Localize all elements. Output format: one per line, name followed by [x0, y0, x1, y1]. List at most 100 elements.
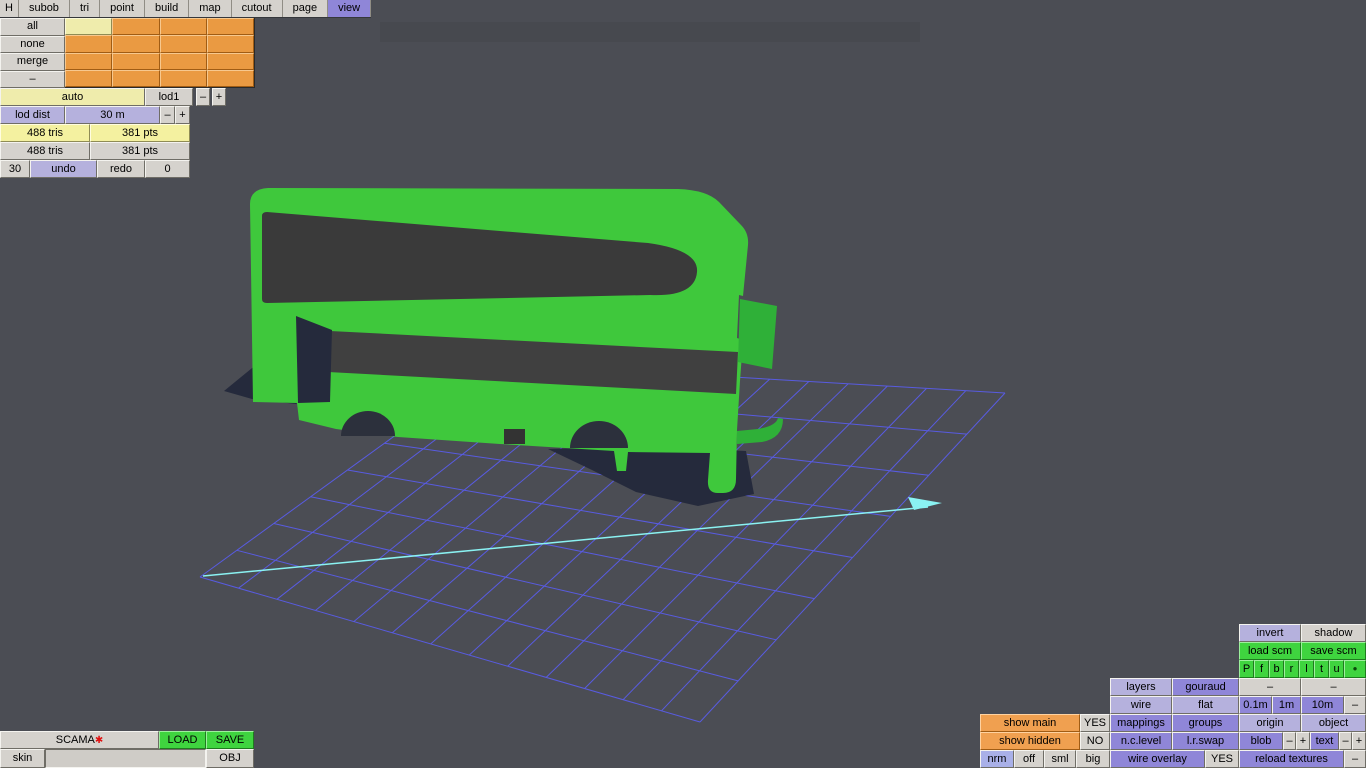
view-dot-button[interactable]: ●: [1344, 660, 1366, 678]
shadow-button[interactable]: shadow: [1301, 624, 1366, 642]
merge-button[interactable]: merge: [0, 53, 65, 71]
menu-item-subob[interactable]: subob: [19, 0, 70, 17]
show-main-value[interactable]: YES: [1080, 714, 1110, 732]
subobject-cell[interactable]: [65, 35, 113, 53]
menu-item-view[interactable]: view: [328, 0, 372, 17]
subobject-cell[interactable]: [206, 52, 254, 70]
subobject-cell[interactable]: [206, 35, 254, 53]
show-main-button[interactable]: show main: [980, 714, 1080, 732]
reload-textures-button[interactable]: reload textures: [1239, 750, 1344, 768]
lod-dist-value[interactable]: 30 m: [65, 106, 160, 124]
save-scm-button[interactable]: save scm: [1301, 642, 1366, 660]
wire-button[interactable]: wire: [1110, 696, 1172, 714]
undo-count: 30: [0, 160, 30, 178]
load-button[interactable]: LOAD: [159, 731, 206, 749]
subobject-cell[interactable]: [159, 35, 207, 53]
undo-button[interactable]: undo: [30, 160, 97, 178]
obj-export-button[interactable]: OBJ: [206, 749, 254, 768]
groups-button[interactable]: groups: [1172, 714, 1239, 732]
view-f-button[interactable]: f: [1254, 660, 1269, 678]
subobject-cell[interactable]: [65, 52, 113, 70]
modified-indicator: ✱: [94, 735, 104, 746]
dash-button-4[interactable]: –: [1344, 750, 1366, 768]
lod-dist-plus-button[interactable]: +: [175, 106, 190, 124]
wire-overlay-button[interactable]: wire overlay: [1110, 750, 1205, 768]
object-button[interactable]: object: [1301, 714, 1366, 732]
nrm-sml-button[interactable]: sml: [1044, 750, 1076, 768]
snap-10m-button[interactable]: 10m: [1301, 696, 1344, 714]
subobject-cell[interactable]: [65, 18, 113, 36]
nrm-big-button[interactable]: big: [1076, 750, 1110, 768]
lod-dist-minus-button[interactable]: –: [160, 106, 175, 124]
flat-button[interactable]: flat: [1172, 696, 1239, 714]
3d-viewport[interactable]: [0, 0, 1366, 768]
side-hatch: [504, 429, 525, 444]
subobject-cell[interactable]: [112, 52, 160, 70]
blob-minus-button[interactable]: –: [1283, 732, 1296, 750]
wire-overlay-value[interactable]: YES: [1205, 750, 1239, 768]
dash-button-2[interactable]: –: [1301, 678, 1366, 696]
text-button[interactable]: text: [1310, 732, 1339, 750]
subobject-cell[interactable]: [159, 69, 207, 87]
subobject-cell[interactable]: [206, 69, 254, 87]
select-none-button[interactable]: none: [0, 35, 65, 53]
view-r-button[interactable]: r: [1284, 660, 1299, 678]
nc-level-button[interactable]: n.c.level: [1110, 732, 1172, 750]
invert-button[interactable]: invert: [1239, 624, 1301, 642]
subobject-cell[interactable]: [65, 69, 113, 87]
body-gap: [296, 316, 332, 403]
tris-count-current: 488 tris: [0, 124, 90, 142]
select-all-button[interactable]: all: [0, 18, 65, 36]
skin-value-field[interactable]: [45, 749, 206, 768]
subobject-grid: [65, 18, 255, 88]
save-button[interactable]: SAVE: [206, 731, 254, 749]
subobject-cell[interactable]: [159, 18, 207, 36]
menu-item-point[interactable]: point: [100, 0, 145, 17]
view-b-button[interactable]: b: [1269, 660, 1284, 678]
show-hidden-button[interactable]: show hidden: [980, 732, 1080, 750]
snap-1m-button[interactable]: 1m: [1272, 696, 1301, 714]
origin-button[interactable]: origin: [1239, 714, 1301, 732]
lr-swap-button[interactable]: l.r.swap: [1172, 732, 1239, 750]
view-p-button[interactable]: P: [1239, 660, 1254, 678]
blob-plus-button[interactable]: +: [1296, 732, 1310, 750]
menu-item-build[interactable]: build: [145, 0, 190, 17]
lod-minus-button[interactable]: –: [196, 88, 210, 106]
subobject-cell[interactable]: [206, 18, 254, 36]
view-t-button[interactable]: t: [1314, 660, 1329, 678]
show-hidden-value[interactable]: NO: [1080, 732, 1110, 750]
load-scm-button[interactable]: load scm: [1239, 642, 1301, 660]
dash-button-1[interactable]: –: [1239, 678, 1301, 696]
nrm-off-button[interactable]: off: [1014, 750, 1044, 768]
subobject-cell[interactable]: [112, 69, 160, 87]
lod-auto-button[interactable]: auto: [0, 88, 145, 106]
dash-button-3[interactable]: –: [1344, 696, 1366, 714]
lod-plus-button[interactable]: +: [212, 88, 226, 106]
subobject-cell[interactable]: [112, 35, 160, 53]
mappings-button[interactable]: mappings: [1110, 714, 1172, 732]
skin-button[interactable]: skin: [0, 749, 45, 768]
view-u-button[interactable]: u: [1329, 660, 1344, 678]
view-l-button[interactable]: l: [1299, 660, 1314, 678]
layers-button[interactable]: layers: [1110, 678, 1172, 696]
snap-0.1m-button[interactable]: 0.1m: [1239, 696, 1272, 714]
redo-button[interactable]: redo: [97, 160, 145, 178]
text-minus-button[interactable]: –: [1339, 732, 1352, 750]
menu-item-h[interactable]: H: [0, 0, 19, 17]
selection-dash-button[interactable]: –: [0, 70, 65, 88]
blob-button[interactable]: blob: [1239, 732, 1283, 750]
gouraud-button[interactable]: gouraud: [1172, 678, 1239, 696]
lod1-button[interactable]: lod1: [145, 88, 193, 106]
tris-count-total: 488 tris: [0, 142, 90, 160]
lod-dist-label: lod dist: [0, 106, 65, 124]
nrm-button[interactable]: nrm: [980, 750, 1014, 768]
model-name-field[interactable]: SCAMA✱: [0, 731, 159, 749]
subobject-cell[interactable]: [112, 18, 160, 36]
points-count-total: 381 pts: [90, 142, 190, 160]
menu-item-tri[interactable]: tri: [70, 0, 101, 17]
text-plus-button[interactable]: +: [1352, 732, 1366, 750]
menu-item-cutout[interactable]: cutout: [232, 0, 283, 17]
menu-item-map[interactable]: map: [189, 0, 232, 17]
subobject-cell[interactable]: [159, 52, 207, 70]
menu-item-page[interactable]: page: [283, 0, 329, 17]
